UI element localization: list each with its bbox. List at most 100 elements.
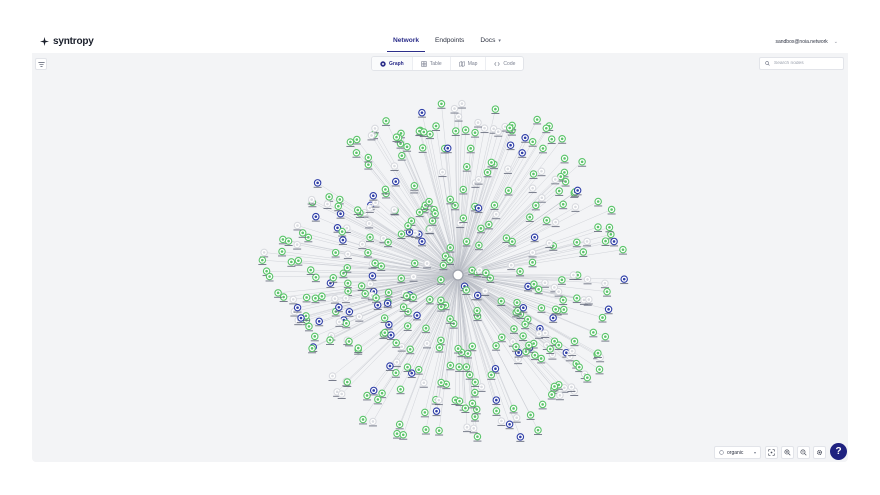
graph-node[interactable] — [534, 426, 543, 436]
graph-node[interactable] — [409, 293, 418, 303]
graph-node[interactable] — [492, 341, 501, 351]
graph-node[interactable] — [382, 117, 391, 126]
graph-node[interactable] — [432, 122, 441, 131]
graph-node[interactable] — [451, 201, 460, 211]
graph-node[interactable] — [317, 292, 326, 302]
graph-node[interactable] — [352, 149, 361, 158]
graph-node[interactable] — [528, 258, 537, 268]
graph-node[interactable] — [516, 433, 525, 442]
graph-node[interactable] — [418, 144, 427, 153]
graph-node[interactable] — [461, 126, 470, 135]
fit-view-button[interactable] — [765, 446, 778, 459]
graph-node[interactable] — [417, 108, 426, 118]
user-menu[interactable]: sandbox@noia.network ⌄ — [775, 39, 838, 45]
graph-node[interactable] — [473, 432, 482, 442]
graph-node[interactable] — [538, 144, 547, 154]
graph-node[interactable] — [531, 201, 540, 211]
graph-node[interactable] — [425, 295, 434, 305]
layout-select[interactable]: organic ▾ — [714, 446, 761, 459]
graph-node[interactable] — [534, 285, 543, 295]
graph-node[interactable] — [466, 144, 475, 154]
graph-node[interactable] — [620, 275, 629, 285]
graph-node[interactable] — [483, 168, 492, 178]
graph-node[interactable] — [338, 236, 347, 245]
graph-node[interactable] — [461, 404, 470, 414]
brand-logo[interactable]: syntropy — [40, 36, 94, 47]
graph-node[interactable] — [468, 342, 477, 352]
graph-node[interactable] — [345, 308, 354, 317]
graph-node[interactable] — [403, 143, 412, 152]
tab-map[interactable]: Map — [451, 57, 487, 70]
graph-node[interactable] — [542, 124, 551, 134]
graph-node[interactable] — [601, 237, 610, 246]
graph-node[interactable] — [345, 337, 354, 347]
settings-button[interactable] — [813, 446, 826, 459]
graph-node[interactable] — [326, 336, 335, 345]
graph-node[interactable] — [446, 361, 455, 371]
graph-node[interactable] — [330, 294, 339, 304]
graph-node[interactable] — [450, 104, 459, 114]
graph-node[interactable] — [570, 337, 579, 347]
graph-node[interactable] — [547, 390, 556, 400]
graph-node[interactable] — [598, 313, 607, 323]
graph-node[interactable] — [435, 426, 444, 436]
graph-node[interactable] — [593, 223, 602, 232]
graph-node[interactable] — [391, 177, 400, 187]
graph-node[interactable] — [618, 245, 627, 255]
graph-node[interactable] — [331, 248, 340, 258]
graph-node[interactable] — [368, 272, 377, 281]
graph-node[interactable] — [575, 363, 584, 373]
graph-node[interactable] — [604, 305, 613, 315]
graph-node[interactable] — [383, 299, 392, 309]
graph-node[interactable] — [369, 386, 378, 396]
filter-button[interactable] — [35, 58, 47, 70]
graph-node[interactable] — [323, 200, 332, 209]
network-graph[interactable] — [32, 53, 848, 462]
graph-node[interactable] — [507, 261, 516, 271]
graph-node[interactable] — [494, 127, 503, 137]
graph-node[interactable] — [555, 187, 564, 196]
graph-hub-node[interactable] — [452, 269, 464, 281]
graph-node[interactable] — [304, 233, 313, 243]
graph-node[interactable] — [571, 203, 580, 212]
graph-node[interactable] — [311, 273, 320, 283]
graph-node[interactable] — [595, 365, 604, 375]
tab-table[interactable]: Table — [413, 57, 451, 70]
graph-node[interactable] — [600, 279, 609, 289]
graph-node[interactable] — [462, 162, 471, 172]
graph-node[interactable] — [518, 149, 527, 158]
graph-node[interactable] — [413, 311, 422, 321]
graph-node[interactable] — [554, 341, 563, 351]
graph-node[interactable] — [384, 238, 393, 248]
graph-node[interactable] — [358, 240, 367, 250]
graph-node[interactable] — [397, 151, 406, 161]
graph-node[interactable] — [497, 333, 506, 343]
graph-node[interactable] — [289, 295, 298, 305]
graph-node[interactable] — [341, 294, 350, 304]
graph-node[interactable] — [414, 365, 423, 375]
graph-node[interactable] — [304, 322, 313, 332]
graph-node[interactable] — [583, 275, 592, 285]
tab-graph[interactable]: Graph — [372, 57, 413, 70]
graph-node[interactable] — [397, 230, 406, 239]
graph-node[interactable] — [471, 128, 480, 138]
graph-node[interactable] — [492, 210, 501, 220]
graph-node[interactable] — [437, 100, 446, 109]
graph-node[interactable] — [455, 363, 464, 372]
graph-node[interactable] — [537, 194, 546, 203]
graph-node[interactable] — [395, 420, 404, 430]
graph-node[interactable] — [542, 216, 551, 226]
graph-node[interactable] — [594, 197, 603, 207]
graph-node[interactable] — [428, 217, 437, 226]
graph-node[interactable] — [497, 417, 506, 426]
graph-node[interactable] — [601, 332, 610, 342]
graph-node[interactable] — [504, 186, 513, 196]
graph-node[interactable] — [302, 293, 311, 303]
zoom-in-button[interactable] — [781, 446, 794, 459]
graph-node[interactable] — [373, 301, 382, 311]
graph-node[interactable] — [406, 345, 415, 355]
graph-node[interactable] — [454, 112, 463, 122]
graph-node[interactable] — [492, 396, 501, 405]
graph-node[interactable] — [555, 391, 564, 401]
graph-node[interactable] — [477, 383, 486, 392]
